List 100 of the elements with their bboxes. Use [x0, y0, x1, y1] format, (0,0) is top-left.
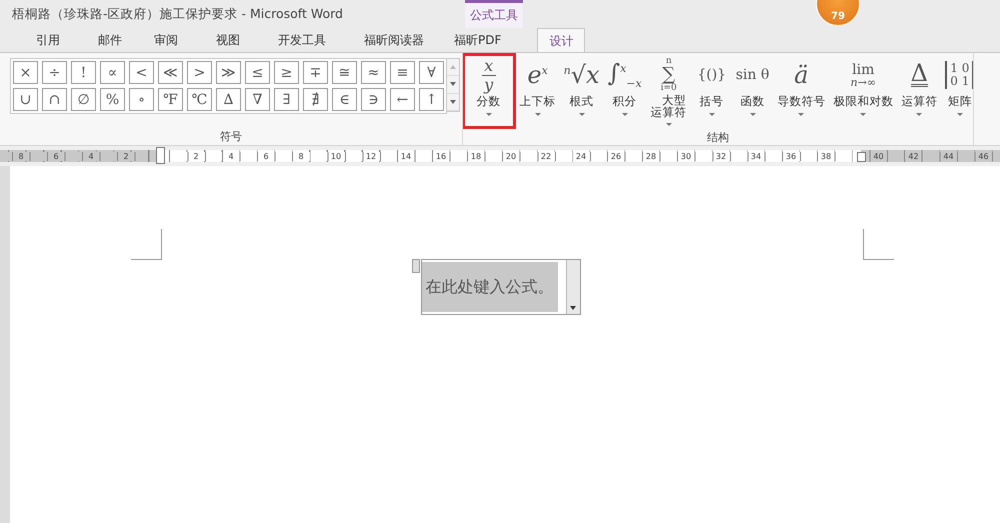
ruler-number: 46 — [976, 152, 991, 160]
structure-icon: n ∑ i=0 — [660, 56, 677, 94]
caret-icon — [622, 113, 628, 116]
symbol-button[interactable]: ∆ — [216, 88, 241, 111]
ruler-number: 36 — [784, 152, 798, 160]
structure-button[interactable]: 1 0 0 1 矩阵 — [941, 53, 973, 129]
symbol-button[interactable]: ∋ — [361, 88, 386, 111]
symbol-button[interactable]: ≅ — [332, 61, 357, 84]
ruler-number: 22 — [538, 152, 554, 160]
caret-icon — [956, 113, 963, 116]
caret-icon — [750, 113, 756, 116]
structure-button[interactable]: {()} 括号 — [692, 53, 732, 129]
group-label: 符号 — [220, 128, 242, 144]
ruler-number: 8 — [16, 152, 26, 160]
symbol-button[interactable]: < — [129, 61, 154, 84]
structure-icon: ä — [794, 56, 808, 94]
symbol-button[interactable]: ≥ — [274, 61, 299, 84]
structure-button[interactable]: Δ 运算符 — [897, 53, 942, 129]
structure-button[interactable]: sin θ 函数 — [732, 53, 774, 129]
structure-button[interactable]: ä 导数符号 — [773, 53, 830, 129]
ribbon-tab[interactable]: 开发工具 — [266, 28, 338, 52]
ruler-number: 6 — [51, 152, 61, 160]
notification-badge: 79 — [816, 0, 860, 26]
ruler-number: 38 — [818, 152, 834, 160]
symbol-button[interactable]: ÷ — [42, 61, 67, 84]
ruler-number: 4 — [86, 152, 96, 160]
indent-marker[interactable] — [857, 152, 866, 162]
symbol-button[interactable]: ℉ — [158, 88, 183, 111]
ruler-number: 28 — [644, 152, 658, 160]
symbol-button[interactable]: ∀ — [419, 61, 444, 84]
context-tab-header: 公式工具 — [465, 0, 523, 28]
symbol-button[interactable]: ← — [390, 88, 415, 111]
ruler-number: 44 — [941, 152, 956, 160]
symbol-button[interactable]: ↑ — [419, 88, 444, 111]
caret-icon — [860, 113, 866, 116]
symbol-button[interactable]: ∩ — [42, 88, 67, 111]
symbol-button[interactable]: ∃ — [274, 88, 299, 111]
ribbon-tab[interactable]: 引用 — [24, 28, 72, 52]
caret-icon — [666, 123, 672, 126]
structure-icon: lim n→∞ — [850, 56, 876, 94]
structure-button[interactable]: $^{n}$√x 根式 — [560, 53, 604, 129]
ruler-number: 14 — [398, 152, 414, 160]
symbol-button[interactable]: ≪ — [158, 61, 183, 84]
ruler-number: 16 — [434, 152, 448, 160]
ruler-number: 24 — [574, 152, 588, 160]
symbol-button[interactable]: ∈ — [332, 88, 357, 111]
ribbon-tab[interactable]: 福昕阅读器 — [352, 28, 436, 52]
symbol-button[interactable]: ∄ — [303, 88, 328, 111]
caret-icon — [708, 113, 715, 116]
window-title: 梧桐路（珍珠路-区政府）施工保护要求 - Microsoft Word — [11, 4, 343, 22]
caret-icon — [578, 113, 585, 116]
ribbon-tab[interactable]: 视图 — [204, 28, 252, 52]
ruler-number: 6 — [261, 152, 271, 160]
structure-icon: {()} — [697, 56, 726, 94]
structure-button[interactable]: n ∑ i=0 大型运算符 — [646, 53, 692, 129]
structure-icon: e$^{x}$ — [527, 56, 548, 94]
symbol-button[interactable]: ≤ — [245, 61, 270, 84]
ruler-number: 30 — [678, 152, 694, 160]
symbol-button[interactable]: ! — [71, 61, 96, 84]
caret-icon — [486, 113, 492, 116]
symbol-button[interactable]: ℃ — [187, 88, 212, 111]
indent-marker[interactable] — [156, 147, 165, 164]
ruler-number: 10 — [328, 152, 344, 160]
structure-button[interactable]: lim n→∞ 极限和对数 — [829, 53, 898, 129]
drag-handle[interactable] — [412, 259, 420, 273]
structure-icon: sin θ — [736, 56, 770, 94]
symbol-button[interactable]: ∇ — [245, 88, 270, 111]
symbol-button[interactable]: ≈ — [361, 61, 386, 84]
ruler-number: 2 — [191, 152, 201, 160]
symbol-button[interactable]: % — [100, 88, 125, 111]
symbol-button[interactable]: ∘ — [129, 88, 154, 111]
margin-corner-mark — [131, 229, 162, 260]
structure-button[interactable]: x y 分数 — [463, 53, 516, 129]
ruler-number: 18 — [468, 152, 484, 160]
ruler-number: 42 — [906, 152, 921, 160]
ruler-number: 12 — [364, 152, 378, 160]
symbol-button[interactable]: × — [13, 61, 38, 84]
symbol-button[interactable]: ∅ — [71, 88, 96, 111]
symbol-button[interactable]: ∝ — [100, 61, 125, 84]
structure-icon: $^{n}$√x — [564, 56, 600, 94]
ruler-number: 2 — [121, 152, 131, 160]
ribbon-tab[interactable]: 邮件 — [86, 28, 134, 52]
ribbon-tab[interactable]: 福昕PDF — [442, 28, 514, 52]
caret-icon — [916, 113, 922, 116]
symbol-button[interactable]: ≡ — [390, 61, 415, 84]
symbol-button[interactable]: ≫ — [216, 61, 241, 84]
ribbon-tab[interactable]: 审阅 — [142, 28, 190, 52]
ruler-number: 20 — [504, 152, 518, 160]
symbol-button[interactable]: ∓ — [303, 61, 328, 84]
ribbon-tab[interactable]: 设计 — [537, 28, 586, 52]
symbol-button[interactable]: > — [187, 61, 212, 84]
equation-placeholder: 在此处键入公式。 — [422, 262, 558, 312]
ruler-number: 4 — [226, 152, 236, 160]
structure-button[interactable]: e$^{x}$ 上下标 — [516, 53, 560, 129]
gallery-scrollbar[interactable] — [447, 58, 460, 112]
caret-icon — [798, 113, 804, 116]
ruler-number: 40 — [871, 152, 886, 160]
symbol-button[interactable]: ∪ — [13, 88, 38, 111]
margin-corner-mark — [863, 229, 894, 260]
equation-box[interactable]: 在此处键入公式。 — [420, 259, 580, 315]
